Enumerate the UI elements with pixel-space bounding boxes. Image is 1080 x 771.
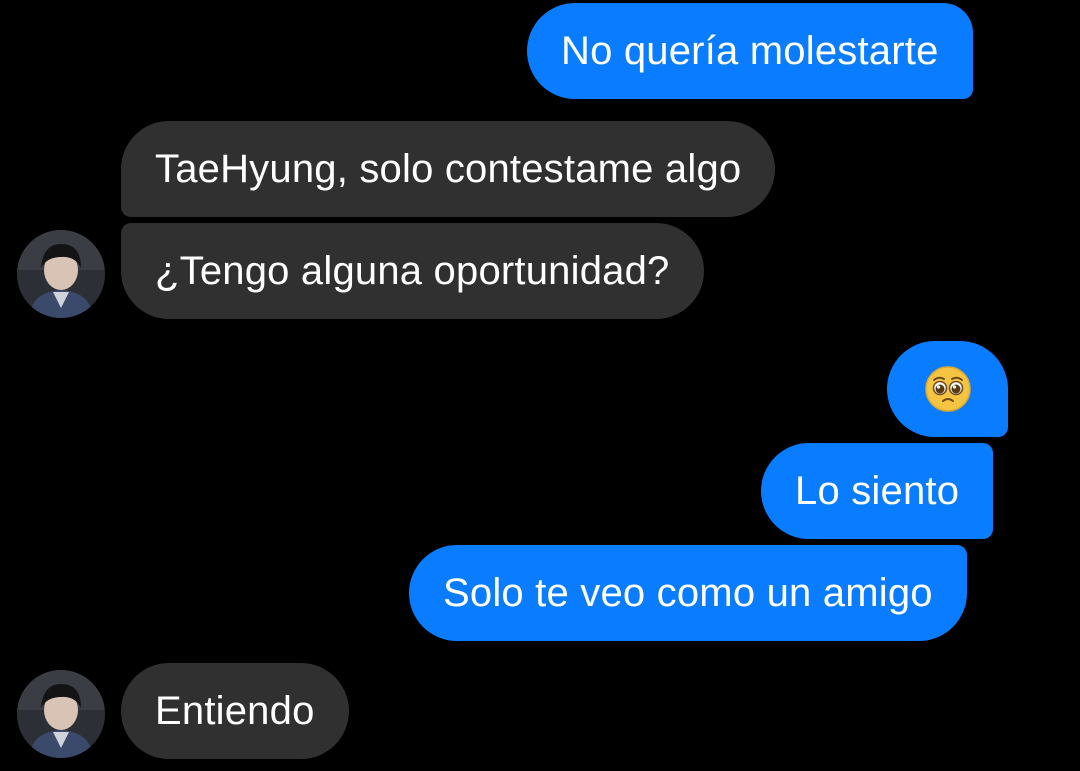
message-bubble-sent[interactable]: No quería molestarte bbox=[527, 3, 973, 99]
message-bubble-received[interactable]: TaeHyung, solo contestame algo bbox=[121, 121, 776, 217]
message-bubble-sent[interactable]: Solo te veo como un amigo bbox=[409, 545, 967, 641]
message-text: Solo te veo como un amigo bbox=[443, 570, 933, 615]
message-text: No quería molestarte bbox=[561, 28, 939, 73]
contact-avatar[interactable] bbox=[17, 670, 105, 758]
pleading-face-icon bbox=[924, 366, 971, 412]
message-text: Lo siento bbox=[795, 468, 960, 513]
contact-avatar[interactable] bbox=[17, 230, 105, 318]
message-bubble-received[interactable]: Entiendo bbox=[121, 663, 349, 759]
message-bubble-sent[interactable]: Lo siento bbox=[761, 443, 994, 539]
message-bubble-received[interactable]: ¿Tengo alguna oportunidad? bbox=[121, 223, 704, 319]
message-text: ¿Tengo alguna oportunidad? bbox=[155, 248, 670, 293]
message-bubble-sent-emoji[interactable] bbox=[887, 341, 1008, 437]
message-text: TaeHyung, solo contestame algo bbox=[155, 146, 742, 191]
message-text: Entiendo bbox=[155, 688, 315, 733]
